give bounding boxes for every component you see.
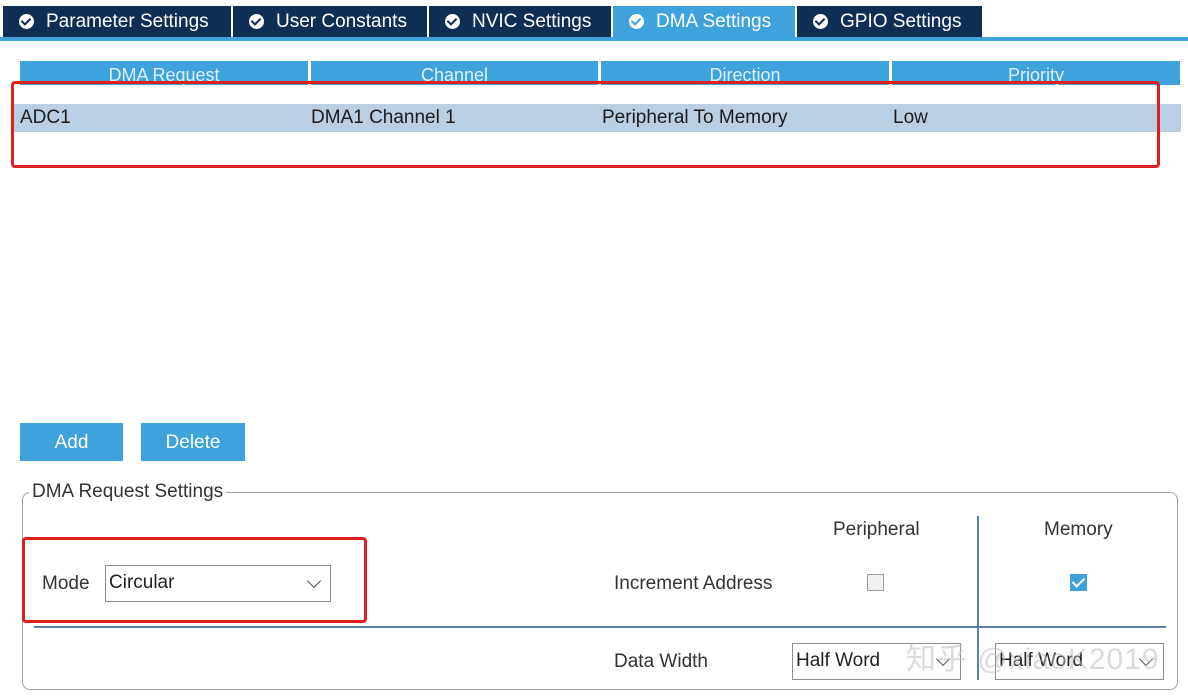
tab-label: User Constants bbox=[276, 11, 407, 32]
delete-button[interactable]: Delete bbox=[141, 423, 245, 461]
tab-nvic-settings[interactable]: NVIC Settings bbox=[429, 6, 611, 37]
check-circle-icon bbox=[249, 14, 264, 29]
tab-label: Parameter Settings bbox=[46, 11, 209, 32]
tab-gpio-settings[interactable]: GPIO Settings bbox=[797, 6, 982, 37]
group-title: DMA Request Settings bbox=[29, 481, 227, 503]
tab-parameter-settings[interactable]: Parameter Settings bbox=[3, 6, 231, 37]
tab-dma-settings[interactable]: DMA Settings bbox=[613, 6, 795, 37]
highlight-box-table-row bbox=[11, 81, 1160, 168]
increment-address-label: Increment Address bbox=[614, 573, 773, 594]
check-circle-icon bbox=[19, 14, 34, 29]
peripheral-column-label: Peripheral bbox=[833, 519, 920, 540]
row-divider bbox=[34, 626, 1166, 628]
peripheral-data-width-value: Half Word bbox=[796, 650, 881, 671]
check-circle-icon bbox=[813, 14, 828, 29]
tab-user-constants[interactable]: User Constants bbox=[233, 6, 427, 37]
memory-increment-checkbox[interactable] bbox=[1070, 574, 1087, 591]
tab-underline bbox=[0, 37, 1188, 41]
watermark: 知乎 @xiaoK2019 bbox=[906, 643, 1160, 676]
tab-label: GPIO Settings bbox=[840, 11, 962, 32]
peripheral-increment-checkbox[interactable] bbox=[867, 574, 884, 591]
add-button[interactable]: Add bbox=[20, 423, 123, 461]
tab-bar: Parameter Settings User Constants NVIC S… bbox=[0, 0, 1188, 42]
tab-label: DMA Settings bbox=[656, 11, 772, 32]
data-width-label: Data Width bbox=[614, 651, 708, 672]
highlight-box-mode bbox=[22, 537, 367, 623]
check-circle-icon bbox=[629, 14, 644, 29]
check-circle-icon bbox=[445, 14, 460, 29]
memory-column-label: Memory bbox=[1044, 519, 1113, 540]
tab-label: NVIC Settings bbox=[472, 11, 592, 32]
